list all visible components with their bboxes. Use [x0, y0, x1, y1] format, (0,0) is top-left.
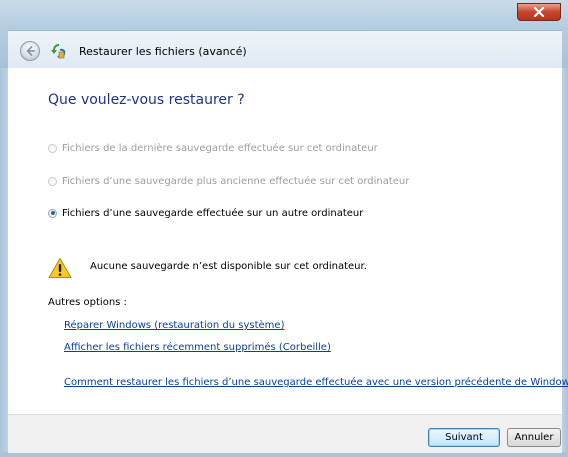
option-other-computer[interactable]: Fichiers d’une sauvegarde effectuée sur …	[48, 206, 363, 220]
page-heading: Que voulez-vous restaurer ?	[48, 92, 245, 108]
option-label: Fichiers de la dernière sauvegarde effec…	[62, 142, 378, 154]
window-title: Restaurer les fichiers (avancé)	[79, 45, 247, 58]
next-button[interactable]: Suivant	[428, 428, 500, 447]
close-button[interactable]	[517, 3, 561, 21]
option-label: Fichiers d’une sauvegarde effectuée sur …	[62, 207, 364, 219]
option-older-backup[interactable]: Fichiers d’une sauvegarde plus ancienne …	[48, 174, 409, 188]
recycle-bin-link[interactable]: Afficher les fichiers récemment supprimé…	[64, 342, 331, 353]
other-options-label: Autres options :	[48, 297, 127, 308]
window-frame-left	[0, 68, 8, 457]
backup-restore-icon	[51, 44, 66, 59]
back-button[interactable]	[20, 41, 40, 61]
back-arrow-icon	[26, 46, 35, 56]
window-frame-right	[562, 68, 568, 457]
radio-other-computer[interactable]	[48, 208, 57, 218]
warning-text: Aucune sauvegarde n’est disponible sur c…	[90, 261, 367, 272]
repair-windows-link[interactable]: Réparer Windows (restauration du système…	[64, 320, 284, 331]
radio-last-backup[interactable]	[48, 143, 57, 153]
radio-older-backup[interactable]	[48, 176, 57, 186]
restore-files-window: Restaurer les fichiers (avancé) Que voul…	[0, 0, 568, 457]
previous-version-help-link[interactable]: Comment restaurer les fichiers d’une sau…	[64, 377, 568, 388]
wizard-content	[8, 68, 562, 414]
option-last-backup[interactable]: Fichiers de la dernière sauvegarde effec…	[48, 141, 378, 155]
option-label: Fichiers d’une sauvegarde plus ancienne …	[62, 175, 410, 187]
cancel-button[interactable]: Annuler	[507, 428, 561, 447]
close-icon	[533, 7, 545, 17]
warning-icon	[48, 258, 72, 278]
